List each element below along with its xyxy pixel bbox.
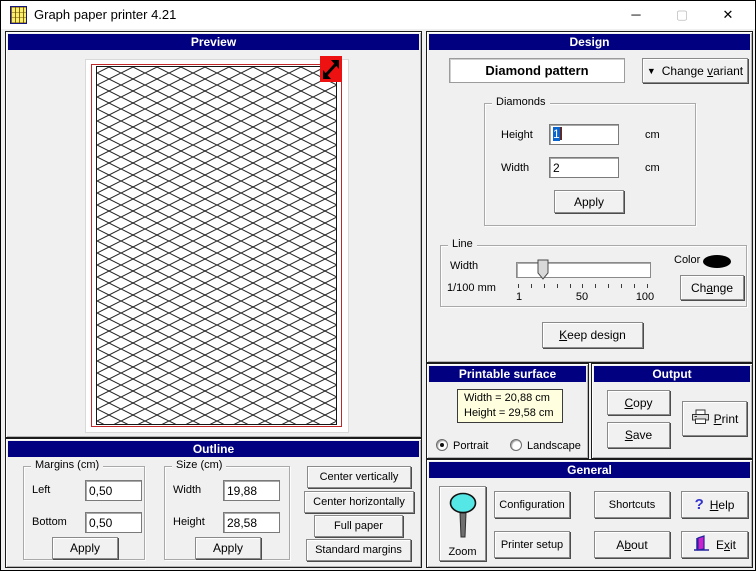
change-color-button[interactable]: Change (680, 275, 744, 300)
help-icon: ? (694, 496, 704, 513)
output-panel: Output Copy Save Print (591, 363, 753, 459)
portrait-radio[interactable]: Portrait (436, 436, 488, 454)
portrait-radio-circle[interactable] (436, 439, 448, 451)
slider-ticks (518, 284, 648, 289)
titlebar: Graph paper printer 4.21 ─ ▢ ✕ (1, 1, 755, 29)
minimize-button[interactable]: ─ (613, 1, 659, 29)
printable-surface-header: Printable surface (429, 366, 586, 382)
margins-apply-button[interactable]: Apply (52, 537, 118, 559)
print-button[interactable]: Print (682, 401, 747, 436)
slider-thumb[interactable] (537, 259, 549, 286)
height-label: Height (501, 129, 533, 141)
diamonds-groupbox: Diamonds Height 1 cm Width cm Apply (484, 96, 696, 226)
zoom-label: Zoom (448, 546, 477, 558)
size-height-label: Height (173, 516, 205, 528)
size-width-label: Width (173, 484, 202, 496)
help-button[interactable]: ? Help (681, 491, 748, 518)
landscape-radio-circle[interactable] (510, 439, 522, 451)
outline-header: Outline (8, 441, 419, 457)
size-groupbox: Size (cm) Width Height Apply (164, 459, 290, 560)
margin-bottom-input[interactable] (85, 512, 142, 533)
tick-label-100: 100 (635, 291, 655, 303)
margin-bottom-label: Bottom (32, 516, 67, 528)
diamonds-legend: Diamonds (492, 96, 550, 108)
line-unit-label: 1/100 mm (447, 282, 496, 294)
margins-legend: Margins (cm) (31, 459, 104, 471)
size-height-input[interactable] (223, 512, 280, 533)
configuration-button[interactable]: Configuration (494, 491, 570, 518)
diamond-pattern (96, 66, 337, 425)
color-swatch (703, 255, 731, 268)
change-variant-button[interactable]: ▼ Change variant (642, 58, 748, 83)
width-input[interactable] (549, 157, 619, 178)
close-button[interactable]: ✕ (705, 1, 751, 29)
general-header: General (429, 462, 750, 478)
size-legend: Size (cm) (172, 459, 227, 471)
general-panel: General Zoom Configuration Shortcuts ? H… (426, 459, 753, 568)
paper-red-outline (91, 64, 342, 427)
preview-panel: Preview (5, 31, 422, 438)
maximize-button[interactable]: ▢ (659, 1, 705, 29)
outline-panel: Outline Margins (cm) Left Bottom Apply S… (5, 438, 422, 568)
margin-left-input[interactable] (85, 480, 142, 501)
surface-width-text: Width = 20,88 cm (464, 392, 550, 404)
diamond-pattern-svg (97, 67, 336, 424)
diamonds-apply-button[interactable]: Apply (554, 190, 624, 213)
exit-door-icon (693, 534, 710, 555)
size-apply-button[interactable]: Apply (195, 537, 261, 559)
surface-info-box: Width = 20,88 cm Height = 29,58 cm (457, 389, 563, 423)
surface-height-text: Height = 29,58 cm (464, 407, 554, 419)
landscape-label: Landscape (527, 440, 581, 452)
copy-button[interactable]: Copy (607, 390, 670, 415)
margins-groupbox: Margins (cm) Left Bottom Apply (23, 459, 145, 560)
line-width-label: Width (450, 260, 479, 272)
printer-icon (691, 409, 710, 428)
landscape-radio[interactable]: Landscape (510, 436, 581, 454)
width-unit: cm (645, 162, 660, 174)
zoom-button[interactable]: Zoom (439, 486, 486, 561)
magnifier-icon (448, 490, 478, 545)
paper-preview (85, 56, 349, 433)
design-panel: Design Diamond pattern ▼ Change variant … (426, 31, 753, 363)
diagonal-arrows-icon (320, 60, 342, 85)
keep-design-button[interactable]: Keep design (542, 322, 643, 348)
dropdown-arrow-icon: ▼ (646, 65, 656, 76)
about-button[interactable]: About (594, 531, 670, 558)
text-caret (559, 127, 562, 140)
margin-left-label: Left (32, 484, 51, 496)
pattern-name: Diamond pattern (449, 58, 625, 83)
shortcuts-button[interactable]: Shortcuts (594, 491, 670, 518)
line-legend: Line (448, 238, 477, 250)
change-variant-label: Change variant (661, 63, 744, 78)
app-icon (10, 6, 27, 24)
save-button[interactable]: Save (607, 422, 670, 448)
preview-zoom-corner-button[interactable] (320, 56, 342, 82)
tick-label-1: 1 (515, 291, 523, 303)
exit-button[interactable]: Exit (681, 531, 748, 558)
tick-label-50: 50 (575, 291, 589, 303)
printer-setup-button[interactable]: Printer setup (494, 531, 570, 558)
full-paper-button[interactable]: Full paper (314, 515, 403, 537)
standard-margins-button[interactable]: Standard margins (306, 539, 411, 561)
center-horizontally-button[interactable]: Center horizontally (304, 491, 414, 513)
line-groupbox: Line Width 1/100 mm 1 50 100 Color Chang… (440, 238, 747, 307)
height-unit: cm (645, 129, 660, 141)
center-vertically-button[interactable]: Center vertically (307, 466, 411, 488)
preview-header: Preview (8, 34, 419, 50)
color-label: Color (674, 254, 701, 266)
output-header: Output (594, 366, 750, 382)
portrait-label: Portrait (453, 440, 489, 452)
size-width-input[interactable] (223, 480, 280, 501)
window: Graph paper printer 4.21 ─ ▢ ✕ Preview D… (0, 0, 756, 571)
width-label: Width (501, 162, 530, 174)
height-input[interactable]: 1 (549, 124, 619, 145)
design-header: Design (429, 34, 750, 50)
window-title: Graph paper printer 4.21 (34, 7, 177, 22)
printable-surface-panel: Printable surface Width = 20,88 cm Heigh… (426, 363, 589, 459)
